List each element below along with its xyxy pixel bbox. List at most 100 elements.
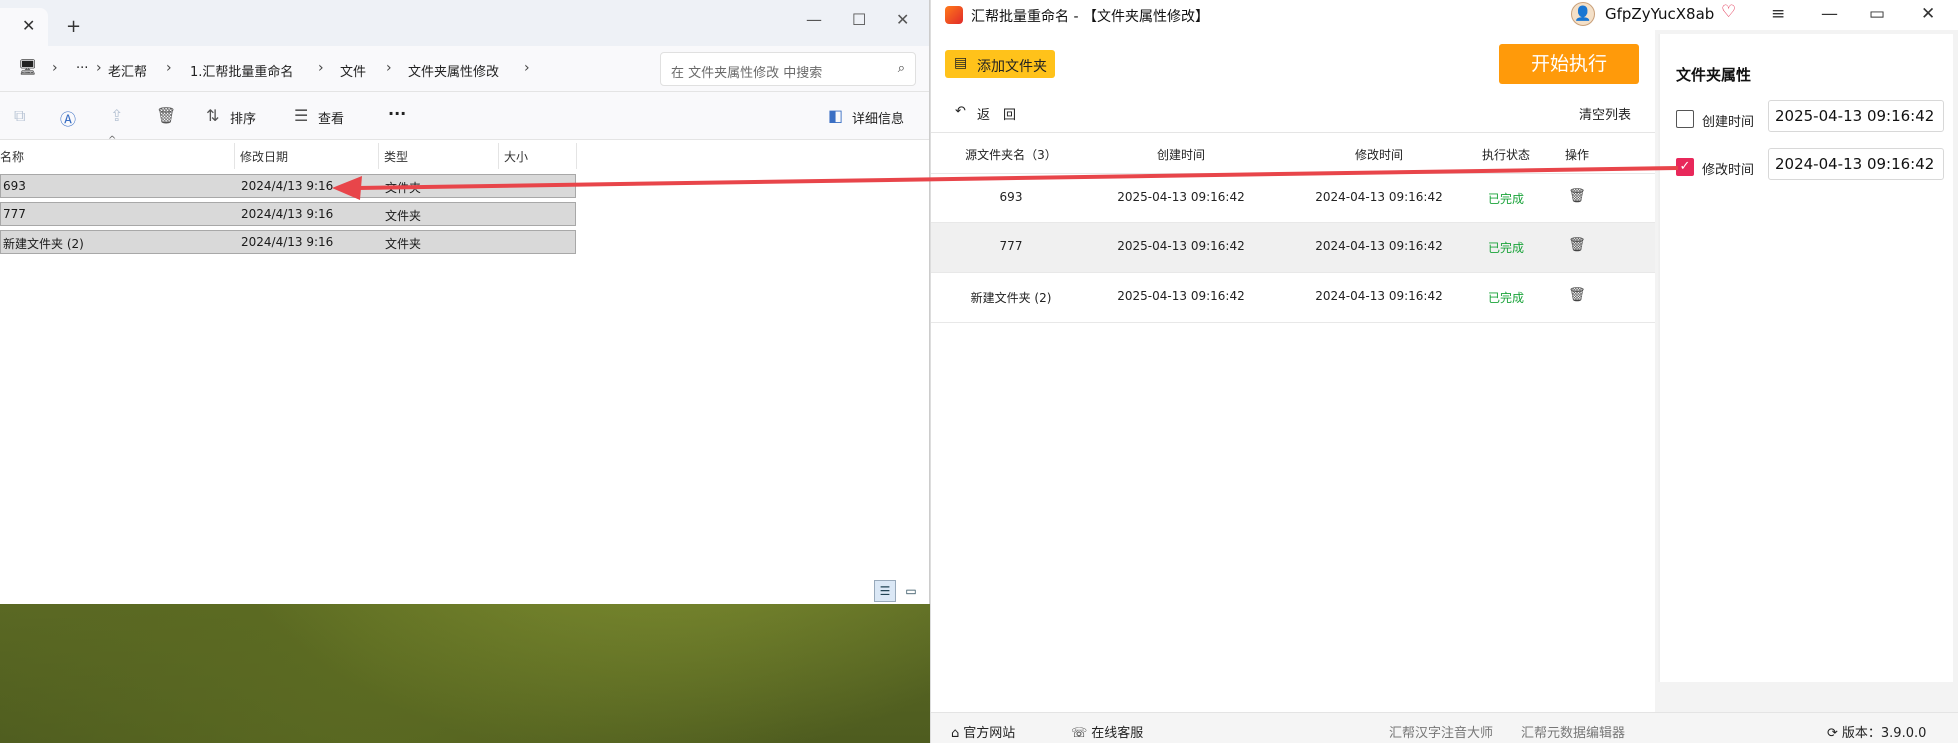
chevron-right-icon[interactable]: › <box>386 60 392 76</box>
chevron-right-icon[interactable]: › <box>52 60 58 76</box>
breadcrumb-item[interactable]: 文件 <box>340 61 366 80</box>
file-row[interactable]: 新建文件夹 (2) 2024/4/13 9:16 文件夹 <box>0 230 576 254</box>
close-icon[interactable]: ✕ <box>896 10 909 29</box>
row-status: 已完成 <box>1487 291 1524 305</box>
share-icon[interactable]: ⇪ <box>110 106 123 125</box>
footer-link-pinyin[interactable]: 汇帮汉字注音大师 <box>1389 722 1493 741</box>
table-row[interactable]: 新建文件夹 (2) 2025-04-13 09:16:42 2024-04-13… <box>931 273 1655 323</box>
header-status: 执行状态 <box>1481 148 1530 162</box>
breadcrumb-more[interactable]: ··· <box>76 61 88 76</box>
explorer-tab[interactable]: ✕ <box>0 8 48 46</box>
header-modified: 修改时间 <box>1354 148 1403 162</box>
support-link[interactable]: ☏ 在线客服 <box>1071 722 1143 741</box>
created-time-label: 创建时间 <box>1702 115 1755 130</box>
folder-list-icon: ▤ <box>954 55 968 71</box>
computer-icon[interactable]: 🖥 <box>18 58 37 76</box>
breadcrumb-item[interactable]: 老汇帮 <box>108 61 147 80</box>
created-time-input[interactable] <box>1768 100 1944 132</box>
column-modified[interactable]: 修改日期 <box>240 148 288 165</box>
website-link[interactable]: ⌂ 官方网站 <box>951 722 1015 741</box>
table-row[interactable]: 777 2025-04-13 09:16:42 2024-04-13 09:16… <box>931 223 1655 273</box>
properties-panel: 文件夹属性 创建时间 ✓ 修改时间 <box>1659 34 1953 682</box>
file-name: 693 <box>3 179 26 193</box>
view-icon[interactable]: ☰ <box>294 106 308 125</box>
column-divider[interactable] <box>576 143 577 169</box>
start-button[interactable]: 开始执行 <box>1499 44 1639 84</box>
column-type[interactable]: 类型 <box>384 148 408 165</box>
app-titlebar: 汇帮批量重命名 - 【文件夹属性修改】 👤 GfpZyYucX8ab ♡ ≡ —… <box>931 0 1958 30</box>
menu-icon[interactable]: ≡ <box>1771 4 1785 24</box>
sort-button[interactable]: 排序 <box>230 108 256 127</box>
row-name: 777 <box>999 239 1023 253</box>
maximize-icon[interactable]: ☐ <box>852 10 866 29</box>
file-modified: 2024/4/13 9:16 <box>241 179 334 193</box>
tab-close-icon[interactable]: ✕ <box>22 16 35 35</box>
modified-time-input[interactable] <box>1768 148 1944 180</box>
column-divider[interactable] <box>234 143 235 169</box>
copy-icon[interactable]: ⧉ <box>14 106 25 126</box>
clear-list-button[interactable]: 清空列表 <box>1579 104 1631 123</box>
sort-icon[interactable]: ⇅ <box>206 106 219 125</box>
minimize-icon[interactable]: — <box>1821 4 1838 24</box>
close-icon[interactable]: ✕ <box>1921 4 1935 24</box>
username[interactable]: GfpZyYucX8ab <box>1605 5 1714 23</box>
version-info: ⟳ 版本：3.9.0.0 <box>1827 722 1926 741</box>
delete-row-icon[interactable]: 🗑 <box>1547 287 1607 303</box>
search-input[interactable]: 在 文件夹属性修改 中搜索 ⌕ <box>660 52 916 86</box>
refresh-icon[interactable]: ⟳ <box>1827 726 1838 741</box>
rename-icon[interactable]: Ⓐ <box>60 106 76 130</box>
website-label: 官方网站 <box>963 726 1016 741</box>
chevron-right-icon[interactable]: › <box>166 60 172 76</box>
rename-app-window: 汇帮批量重命名 - 【文件夹属性修改】 👤 GfpZyYucX8ab ♡ ≡ —… <box>930 0 1958 743</box>
chevron-right-icon[interactable]: › <box>96 60 102 76</box>
app-logo-icon <box>945 6 963 24</box>
table-row[interactable]: 693 2025-04-13 09:16:42 2024-04-13 09:16… <box>931 173 1655 223</box>
file-modified: 2024/4/13 9:16 <box>241 207 334 221</box>
new-tab-icon[interactable]: + <box>66 16 81 37</box>
avatar[interactable]: 👤 <box>1571 2 1595 26</box>
breadcrumb-item[interactable]: 1.汇帮批量重命名 <box>190 61 293 80</box>
row-name: 693 <box>999 190 1023 204</box>
created-time-checkbox[interactable] <box>1676 110 1694 128</box>
minimize-icon[interactable]: — <box>806 10 822 29</box>
details-button[interactable]: 详细信息 <box>852 108 904 127</box>
details-view-icon[interactable]: ☰ <box>874 580 896 602</box>
column-name[interactable]: 名称 <box>0 148 24 165</box>
file-modified: 2024/4/13 9:16 <box>241 235 334 249</box>
explorer-toolbar: ⧉ Ⓐ ⇪ 🗑 ⇅ 排序 ☰ 查看 ··· ◧ 详细信息 <box>0 92 929 140</box>
breadcrumb-item[interactable]: 文件夹属性修改 <box>408 61 499 80</box>
column-size[interactable]: 大小 <box>504 148 528 165</box>
file-row[interactable]: 693 2024/4/13 9:16 文件夹 <box>0 174 576 198</box>
delete-row-icon[interactable]: 🗑 <box>1547 237 1607 253</box>
vip-heart-icon[interactable]: ♡ <box>1721 2 1736 22</box>
details-pane-icon[interactable]: ◧ <box>828 106 843 125</box>
chevron-right-icon[interactable]: › <box>524 60 530 76</box>
row-modified: 2024-04-13 09:16:42 <box>1315 289 1443 303</box>
view-button[interactable]: 查看 <box>318 108 344 127</box>
header-source-name: 源文件夹名（3） <box>965 148 1057 162</box>
row-modified: 2024-04-13 09:16:42 <box>1315 190 1443 204</box>
maximize-icon[interactable]: ▭ <box>1869 4 1885 24</box>
more-options-icon[interactable]: ··· <box>388 104 406 123</box>
delete-icon[interactable]: 🗑 <box>156 106 176 125</box>
column-divider[interactable] <box>378 143 379 169</box>
row-created: 2025-04-13 09:16:42 <box>1117 190 1245 204</box>
tiles-view-icon[interactable]: ▭ <box>900 580 922 602</box>
chevron-right-icon[interactable]: › <box>318 60 324 76</box>
sort-up-icon: ^ <box>108 135 117 146</box>
column-header: ^ 名称 修改日期 类型 大小 <box>0 135 580 169</box>
row-status: 已完成 <box>1487 241 1524 255</box>
modified-time-checkbox[interactable]: ✓ <box>1676 158 1694 176</box>
back-icon[interactable]: ↶ <box>955 104 966 119</box>
back-button[interactable]: 返 回 <box>977 104 1016 123</box>
footer-link-metadata[interactable]: 汇帮元数据编辑器 <box>1521 722 1625 741</box>
file-row[interactable]: 777 2024/4/13 9:16 文件夹 <box>0 202 576 226</box>
support-label: 在线客服 <box>1091 726 1144 741</box>
delete-row-icon[interactable]: 🗑 <box>1547 188 1607 204</box>
row-name: 新建文件夹 (2) <box>970 291 1052 305</box>
app-footer: ⌂ 官方网站 ☏ 在线客服 汇帮汉字注音大师 汇帮元数据编辑器 ⟳ 版本：3.9.0.… <box>931 712 1958 743</box>
file-type: 文件夹 <box>385 237 422 251</box>
column-divider[interactable] <box>498 143 499 169</box>
header-created: 创建时间 <box>1156 148 1205 162</box>
add-folder-button[interactable]: ▤ 添加文件夹 <box>945 50 1055 78</box>
